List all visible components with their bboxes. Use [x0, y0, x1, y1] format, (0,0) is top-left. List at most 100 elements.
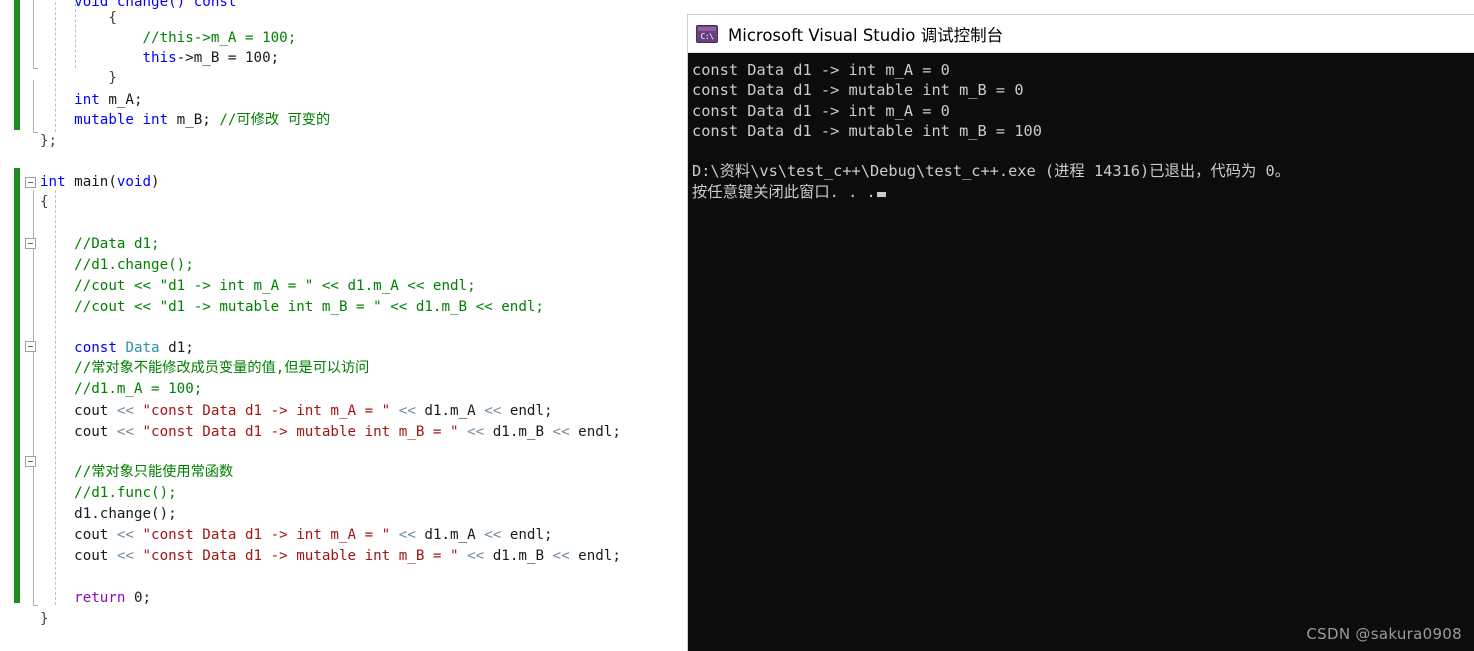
code-token: this	[142, 50, 177, 66]
code-token: endl;	[569, 548, 621, 564]
code-token: //常对象不能修改成员变量的值,但是可以访问	[40, 360, 370, 376]
code-token: "const Data d1 -> mutable int m_B = "	[142, 548, 459, 564]
code-token: int	[74, 92, 100, 108]
code-token: return	[74, 590, 126, 606]
code-token: }	[40, 70, 117, 86]
code-token: <<	[484, 403, 502, 419]
code-token: cout	[40, 403, 117, 419]
code-line[interactable]: //d1.m_A = 100;	[40, 379, 202, 399]
code-line[interactable]: cout << "const Data d1 -> mutable int m_…	[40, 422, 621, 442]
code-token: //d1.change();	[40, 257, 194, 273]
code-line[interactable]: d1.change();	[40, 504, 177, 524]
console-output-line: 按任意键关闭此窗口. . .	[690, 182, 1474, 202]
console-output-area[interactable]: const Data d1 -> int m_A = 0 const Data d…	[688, 54, 1474, 651]
code-token: 0;	[125, 590, 152, 606]
code-token: "const Data d1 -> int m_A = "	[142, 527, 391, 543]
code-token: cout	[40, 527, 117, 543]
code-token: <<	[467, 548, 485, 564]
code-line[interactable]: }	[40, 68, 117, 88]
code-line[interactable]: //常对象不能修改成员变量的值,但是可以访问	[40, 358, 369, 378]
code-editor-pane[interactable]: void change() const { //this->m_A = 100;…	[0, 0, 687, 651]
code-token: <<	[484, 527, 502, 543]
code-line[interactable]: };	[40, 131, 57, 151]
code-token: d1.m_B	[484, 548, 553, 564]
code-token: "const Data d1 -> int m_A = "	[142, 403, 391, 419]
code-line[interactable]: //d1.func();	[40, 483, 177, 503]
code-token: m_A;	[99, 92, 143, 108]
code-line[interactable]: return 0;	[40, 588, 151, 608]
code-line[interactable]: {	[40, 8, 117, 28]
console-output-line: const Data d1 -> mutable int m_B = 0	[692, 81, 1024, 100]
code-token: };	[40, 133, 58, 149]
code-line[interactable]: mutable int m_B; //可修改 可变的	[40, 110, 330, 130]
code-token: //Data d1;	[40, 236, 160, 252]
code-token: endl;	[569, 424, 621, 440]
code-token: )	[151, 174, 160, 190]
code-token: int	[40, 174, 66, 190]
code-token: }	[40, 611, 49, 627]
code-fold-toggle[interactable]	[25, 177, 36, 188]
code-line[interactable]: }	[40, 609, 49, 629]
code-line[interactable]: const Data d1;	[40, 338, 194, 358]
code-token: //d1.func();	[40, 485, 177, 501]
console-cursor	[876, 191, 886, 197]
code-line[interactable]: int main(void)	[40, 172, 160, 192]
code-token: //cout << "d1 -> mutable int m_B = " << …	[40, 299, 544, 315]
code-token: //常对象只能使用常函数	[40, 464, 234, 480]
code-line[interactable]: //this->m_A = 100;	[40, 28, 296, 48]
code-fold-toggle[interactable]	[25, 238, 36, 249]
code-token: //可修改 可变的	[219, 112, 331, 128]
console-output-line: D:\资料\vs\test_c++\Debug\test_c++.exe (进程…	[692, 162, 1290, 181]
code-fold-toggle[interactable]	[25, 341, 36, 352]
code-token: <<	[467, 424, 485, 440]
console-output-line: const Data d1 -> int m_A = 0	[692, 101, 950, 120]
cmd-prompt-icon-glyph: C:\	[700, 31, 714, 41]
code-line[interactable]: {	[40, 192, 49, 212]
code-token: const	[74, 340, 117, 356]
code-token: <<	[116, 424, 134, 440]
cmd-prompt-icon: C:\	[696, 24, 718, 43]
code-token: {	[40, 10, 117, 26]
code-token: cout	[40, 424, 117, 440]
code-line[interactable]: cout << "const Data d1 -> int m_A = " <<…	[40, 525, 552, 545]
code-text-layer[interactable]: void change() const { //this->m_A = 100;…	[0, 0, 687, 651]
code-token: m_B;	[168, 112, 220, 128]
console-titlebar[interactable]: C:\ Microsoft Visual Studio 调试控制台	[688, 15, 1474, 53]
code-line[interactable]: //d1.change();	[40, 255, 194, 275]
code-token: <<	[552, 424, 570, 440]
code-token: //cout << "d1 -> int m_A = " << d1.m_A <…	[40, 278, 476, 294]
code-token: d1.m_A	[415, 403, 485, 419]
code-token: <<	[552, 548, 570, 564]
code-token: {	[40, 194, 49, 210]
code-token: d1.change();	[40, 506, 177, 522]
code-line[interactable]: //Data d1;	[40, 234, 160, 254]
console-window[interactable]: C:\ Microsoft Visual Studio 调试控制台 const …	[687, 14, 1474, 651]
code-line[interactable]: //常对象只能使用常函数	[40, 462, 233, 482]
code-token: void	[116, 174, 152, 190]
code-token: main(	[65, 174, 117, 190]
code-token: //d1.m_A = 100;	[40, 381, 203, 397]
code-line[interactable]: cout << "const Data d1 -> int m_A = " <<…	[40, 401, 552, 421]
code-token: <<	[116, 548, 134, 564]
code-fold-toggle[interactable]	[25, 456, 36, 467]
code-token: <<	[116, 527, 134, 543]
code-token: ->m_B = 100;	[176, 50, 280, 66]
console-output-line: const Data d1 -> int m_A = 0	[692, 61, 950, 79]
code-line[interactable]: //cout << "d1 -> int m_A = " << d1.m_A <…	[40, 276, 476, 296]
code-token: "const Data d1 -> mutable int m_B = "	[142, 424, 459, 440]
code-token: d1;	[159, 340, 194, 356]
code-token: mutable int	[74, 112, 169, 128]
code-line[interactable]: cout << "const Data d1 -> mutable int m_…	[40, 546, 621, 566]
code-line[interactable]: //cout << "d1 -> mutable int m_B = " << …	[40, 297, 544, 317]
code-line[interactable]: this->m_B = 100;	[40, 48, 280, 68]
code-line[interactable]: int m_A;	[40, 90, 143, 110]
